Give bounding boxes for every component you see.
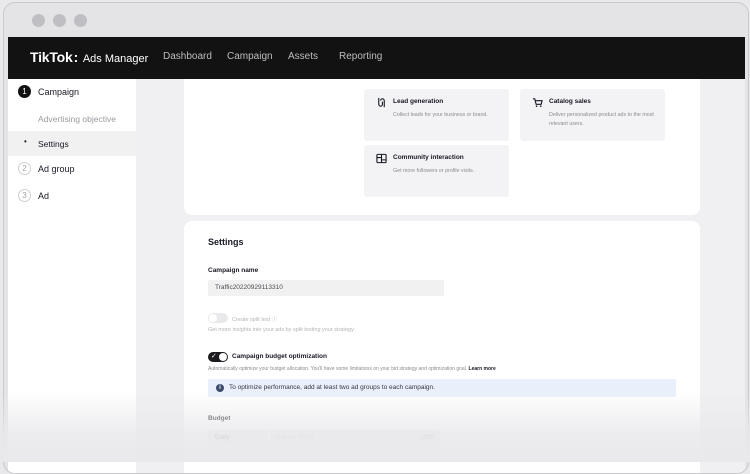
nav-campaign[interactable]: Campaign bbox=[227, 51, 273, 62]
sidebar-item-label: Settings bbox=[38, 139, 69, 149]
window-chrome bbox=[4, 3, 748, 37]
sidebar-step-ad[interactable]: 3 Ad bbox=[8, 183, 136, 208]
banner-text: To optimize performance, add at least tw… bbox=[229, 384, 435, 391]
budget-optimization-label: Campaign budget optimization bbox=[232, 353, 327, 360]
objective-title: Lead generation bbox=[393, 98, 444, 105]
window-close-dot[interactable] bbox=[32, 14, 45, 27]
logo-product: Ads Manager bbox=[82, 53, 149, 65]
step-label: Ad group bbox=[38, 163, 75, 174]
checkmark-icon: ✓ bbox=[211, 353, 217, 360]
community-icon bbox=[376, 153, 387, 164]
split-test-desc: Get more insights into your ads by split… bbox=[208, 327, 355, 333]
objective-card: Lead generation Collect leads for your b… bbox=[184, 79, 700, 215]
step-number: 3 bbox=[18, 189, 31, 202]
objective-lead-generation[interactable]: Lead generation Collect leads for your b… bbox=[364, 89, 509, 141]
logo-separator-icon: : bbox=[73, 49, 79, 65]
objective-title: Catalog sales bbox=[549, 98, 591, 105]
browser-window: TikTok: Ads Manager Dashboard Campaign A… bbox=[3, 2, 749, 474]
logo-brand: TikTok bbox=[30, 49, 73, 65]
budget-amount-placeholder: At least 50.00 bbox=[274, 434, 314, 441]
settings-heading: Settings bbox=[208, 237, 244, 247]
bullet-icon: • bbox=[24, 137, 27, 146]
objective-desc: Collect leads for your business or brand… bbox=[393, 112, 488, 118]
toggle-knob bbox=[219, 353, 227, 361]
budget-optimization-toggle[interactable]: ✓ bbox=[208, 352, 228, 362]
settings-card: Settings Campaign name Traffic2022092911… bbox=[184, 221, 700, 473]
info-icon: i bbox=[216, 384, 224, 392]
step-number: 2 bbox=[18, 162, 31, 175]
sidebar-step-campaign[interactable]: 1 Campaign bbox=[8, 79, 136, 104]
objective-community-interaction[interactable]: Community interaction Get more followers… bbox=[364, 145, 509, 197]
nav-reporting[interactable]: Reporting bbox=[339, 51, 382, 62]
window-maximize-dot[interactable] bbox=[74, 14, 87, 27]
campaign-name-input[interactable]: Traffic20220929113310 bbox=[208, 280, 444, 296]
window-minimize-dot[interactable] bbox=[53, 14, 66, 27]
budget-optimization-desc: Automatically optimize your budget alloc… bbox=[208, 366, 496, 372]
nav-dashboard[interactable]: Dashboard bbox=[163, 51, 212, 62]
budget-amount-input[interactable]: At least 50.00 USD bbox=[270, 430, 440, 446]
cart-icon bbox=[532, 98, 543, 107]
info-icon: ⓘ bbox=[271, 317, 278, 323]
top-nav-bar: TikTok: Ads Manager Dashboard Campaign A… bbox=[8, 37, 745, 79]
main-content: Lead generation Collect leads for your b… bbox=[136, 79, 745, 473]
logo[interactable]: TikTok: Ads Manager bbox=[30, 49, 148, 65]
objective-desc: Get more followers or profile visits. bbox=[393, 168, 475, 174]
sidebar-step-ad-group[interactable]: 2 Ad group bbox=[8, 156, 136, 181]
lead-generation-icon bbox=[378, 97, 385, 108]
sidebar: 1 Campaign Advertising objective • Setti… bbox=[8, 79, 136, 473]
step-number: 1 bbox=[18, 85, 31, 98]
split-test-toggle[interactable] bbox=[208, 313, 228, 323]
budget-label: Budget bbox=[208, 415, 231, 422]
objective-desc: Deliver personalized product ads to the … bbox=[549, 112, 654, 127]
info-banner: i To optimize performance, add at least … bbox=[208, 379, 676, 397]
step-label: Ad bbox=[38, 190, 50, 201]
objective-title: Community interaction bbox=[393, 154, 464, 161]
objective-catalog-sales[interactable]: Catalog sales Deliver personalized produ… bbox=[520, 89, 665, 141]
sidebar-item-settings[interactable]: • Settings bbox=[8, 131, 136, 156]
budget-type-select[interactable]: Daily bbox=[208, 430, 268, 446]
sidebar-item-advertising-objective[interactable]: Advertising objective bbox=[38, 114, 116, 124]
step-label: Campaign bbox=[38, 86, 80, 97]
split-test-label: Create split test ⓘ bbox=[232, 317, 278, 323]
nav-assets[interactable]: Assets bbox=[288, 51, 318, 62]
currency-label: USD bbox=[420, 434, 434, 441]
campaign-name-label: Campaign name bbox=[208, 267, 259, 274]
learn-more-link[interactable]: Learn more bbox=[469, 366, 496, 372]
